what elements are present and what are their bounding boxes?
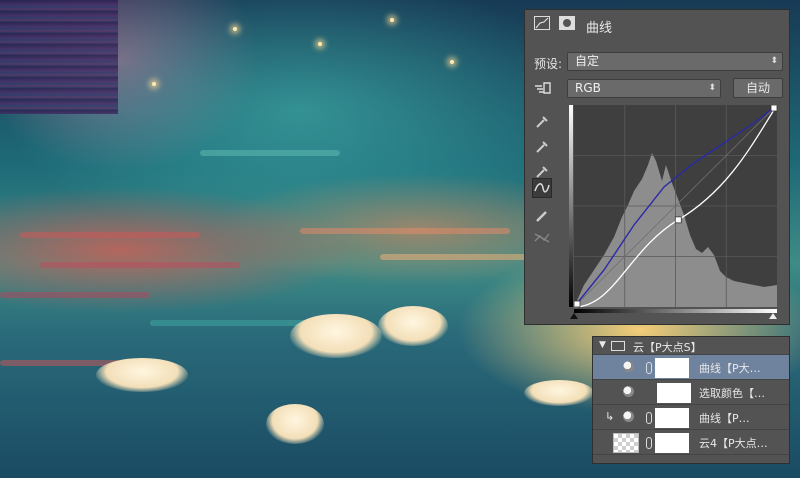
cloud <box>524 380 594 406</box>
black-point-slider[interactable] <box>570 313 578 319</box>
layer-name: 选取颜色【… <box>699 387 765 400</box>
white-point-slider[interactable] <box>769 313 777 319</box>
folder-icon <box>611 341 625 351</box>
channel-dropdown[interactable]: RGB ⬍ <box>567 79 721 98</box>
clipping-arrow-icon: ↳ <box>605 410 615 423</box>
preset-dropdown[interactable]: 自定 ⬍ <box>567 52 783 71</box>
preset-label: 预设: <box>534 57 563 71</box>
link-chain-icon <box>646 412 652 424</box>
curve-control-point[interactable] <box>574 300 581 308</box>
cloud-streak <box>150 320 310 326</box>
star <box>318 42 322 46</box>
cloud <box>290 314 382 358</box>
group-name: 云【P大点S】 <box>633 341 702 354</box>
layer-row-selective-color[interactable]: 选取颜色【… <box>593 380 789 405</box>
properties-header: 曲线 <box>525 10 789 38</box>
star <box>233 27 237 31</box>
star <box>390 18 394 22</box>
expand-caret-icon[interactable]: ▼ <box>599 340 606 350</box>
input-gradient-bar <box>574 309 777 313</box>
curves-graph[interactable] <box>569 105 778 319</box>
cloud <box>96 358 188 392</box>
targeted-adjustment-hand-icon[interactable] <box>534 81 552 95</box>
layer-mask-thumbnail[interactable] <box>655 433 689 453</box>
layer-name: 曲线【P大… <box>699 362 761 375</box>
layer-thumbnail[interactable] <box>613 433 639 453</box>
smooth-curve-icon[interactable] <box>532 228 552 248</box>
preset-value: 自定 <box>575 54 600 68</box>
updown-arrow-icon: ⬍ <box>708 83 716 93</box>
layer-name: 曲线【P… <box>699 412 750 425</box>
cloud <box>266 404 324 444</box>
layer-row-curves-2[interactable]: ↳ 曲线【P… <box>593 405 789 430</box>
visibility-eye-icon[interactable] <box>623 361 634 372</box>
visibility-eye-icon[interactable] <box>623 386 634 397</box>
cloud-streak <box>300 228 510 234</box>
layer-name: 云4【P大点… <box>699 437 768 450</box>
layer-row-curves-1[interactable]: 曲线【P大… <box>593 355 789 380</box>
layers-panel: ▼ 云【P大点S】 曲线【P大… 选取颜色【… ↳ 曲线【P… 云4【P大点… <box>592 336 790 464</box>
cloud-streak <box>200 150 340 156</box>
visibility-eye-icon[interactable] <box>623 411 634 422</box>
star <box>450 60 454 64</box>
cloud <box>378 306 448 346</box>
layer-mask-thumbnail[interactable] <box>657 383 691 403</box>
layer-mask-thumbnail[interactable] <box>655 358 689 378</box>
sample-gray-point-eyedropper-icon[interactable] <box>532 137 552 157</box>
curve-control-point[interactable] <box>770 105 778 112</box>
curve-control-point[interactable] <box>674 216 682 224</box>
properties-panel: 曲线 预设: 自定 ⬍ RGB ⬍ 自动 <box>524 9 790 325</box>
glitch-patch <box>0 0 118 114</box>
curves-adjustment-icon[interactable] <box>534 16 550 30</box>
layer-mask-icon[interactable] <box>559 16 575 30</box>
cloud-streak <box>380 254 530 260</box>
curve-plot[interactable] <box>574 105 782 309</box>
star <box>152 82 156 86</box>
auto-button[interactable]: 自动 <box>733 78 783 98</box>
link-chain-icon <box>646 362 652 374</box>
output-gradient-bar <box>569 105 573 307</box>
cloud-streak <box>40 262 240 268</box>
layer-row-cloud4[interactable]: 云4【P大点… <box>593 430 789 455</box>
channel-value: RGB <box>575 81 601 95</box>
edit-points-curve-icon[interactable] <box>532 178 552 198</box>
cloud-streak <box>20 232 200 238</box>
link-chain-icon <box>646 437 652 449</box>
layer-group-row[interactable]: ▼ 云【P大点S】 <box>593 337 789 355</box>
layer-mask-thumbnail[interactable] <box>655 408 689 428</box>
sample-black-point-eyedropper-icon[interactable] <box>532 112 552 132</box>
updown-arrow-icon: ⬍ <box>770 56 778 66</box>
cloud-streak <box>0 292 150 298</box>
draw-pencil-icon[interactable] <box>532 206 552 226</box>
panel-title: 曲线 <box>586 21 613 36</box>
